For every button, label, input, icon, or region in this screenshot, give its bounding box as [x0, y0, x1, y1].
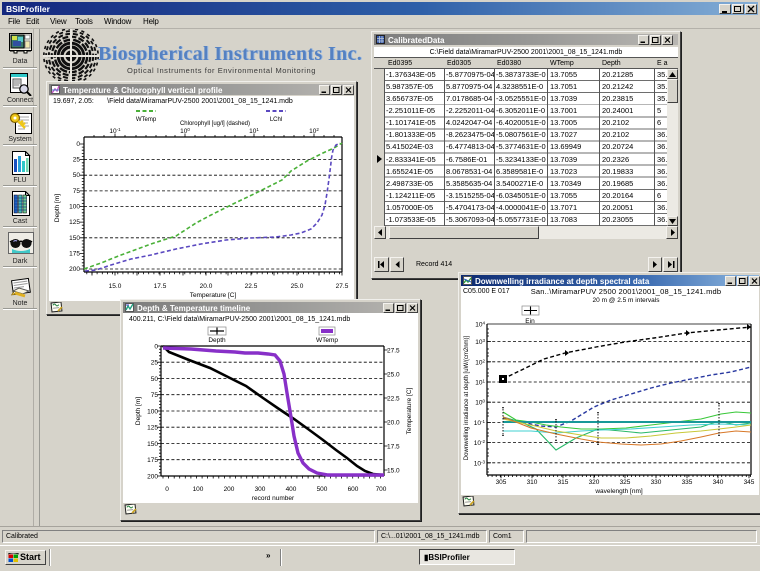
- svg-text:100: 100: [193, 486, 204, 493]
- svg-text:17.5: 17.5: [154, 283, 167, 290]
- svg-text:0: 0: [154, 344, 158, 351]
- svg-text:200: 200: [69, 266, 80, 273]
- svg-text:25.0: 25.0: [291, 283, 304, 290]
- svg-text:325: 325: [620, 479, 631, 486]
- svg-text:Downwelling irradiance at dept: Downwelling irradiance at depth [uW/(cm2…: [464, 335, 470, 460]
- svg-text:50: 50: [73, 172, 81, 179]
- svg-text:15.0: 15.0: [109, 283, 122, 290]
- svg-text:175: 175: [69, 250, 80, 257]
- svg-text:600: 600: [348, 486, 359, 493]
- svg-text:Chlorophyll [ug/l] (dashed): Chlorophyll [ug/l] (dashed): [180, 121, 250, 127]
- svg-text:20.0: 20.0: [387, 420, 400, 427]
- svg-text:101: 101: [475, 379, 485, 387]
- svg-text:25: 25: [151, 360, 159, 367]
- svg-text:75: 75: [151, 392, 159, 399]
- svg-text:330: 330: [651, 479, 662, 486]
- svg-text:310: 310: [527, 479, 538, 486]
- svg-text:10-3: 10-3: [474, 459, 486, 467]
- svg-text:27.5: 27.5: [336, 283, 349, 290]
- svg-text:75: 75: [73, 188, 81, 195]
- svg-text:Depth [m]: Depth [m]: [54, 194, 61, 222]
- svg-text:125: 125: [147, 425, 158, 432]
- svg-text:102: 102: [475, 358, 485, 366]
- svg-text:22.5: 22.5: [387, 396, 400, 403]
- svg-text:150: 150: [69, 235, 80, 242]
- svg-text:25: 25: [73, 157, 81, 164]
- svg-text:100: 100: [147, 409, 158, 416]
- svg-text:50: 50: [151, 376, 159, 383]
- svg-text:500: 500: [317, 486, 328, 493]
- svg-text:150: 150: [147, 441, 158, 448]
- svg-text:15.0: 15.0: [387, 468, 400, 475]
- svg-text:record number: record number: [252, 495, 295, 502]
- svg-text:17.5: 17.5: [387, 444, 400, 451]
- svg-text:104: 104: [475, 321, 485, 329]
- svg-text:LChl: LChl: [270, 117, 282, 123]
- svg-text:335: 335: [682, 479, 693, 486]
- svg-text:22.5: 22.5: [245, 283, 258, 290]
- svg-text:10-1: 10-1: [474, 419, 486, 427]
- svg-text:300: 300: [255, 486, 266, 493]
- svg-text:WTemp: WTemp: [136, 117, 157, 123]
- svg-text:Temperature [C]: Temperature [C]: [190, 292, 237, 299]
- svg-text:0: 0: [76, 141, 80, 148]
- svg-text:175: 175: [147, 457, 158, 464]
- svg-text:20.0: 20.0: [200, 283, 213, 290]
- svg-text:345: 345: [744, 479, 755, 486]
- svg-text:340: 340: [713, 479, 724, 486]
- svg-text:305: 305: [496, 479, 507, 486]
- svg-text:320: 320: [589, 479, 600, 486]
- svg-text:400: 400: [286, 486, 297, 493]
- svg-text:27.5: 27.5: [387, 348, 400, 355]
- svg-text:200: 200: [224, 486, 235, 493]
- svg-text:200: 200: [147, 474, 158, 481]
- svg-text:25.0: 25.0: [387, 372, 400, 379]
- svg-text:103: 103: [475, 338, 485, 346]
- svg-text:wavelength [nm]: wavelength [nm]: [594, 488, 643, 495]
- svg-text:100: 100: [475, 399, 485, 407]
- svg-text:0: 0: [165, 486, 169, 493]
- svg-text:315: 315: [558, 479, 569, 486]
- svg-text:100: 100: [69, 204, 80, 211]
- svg-text:700: 700: [376, 486, 387, 493]
- svg-text:125: 125: [69, 219, 80, 226]
- svg-text:10-2: 10-2: [474, 439, 486, 447]
- svg-text:Temperature [C]: Temperature [C]: [406, 388, 413, 435]
- svg-text:Depth [m]: Depth [m]: [135, 397, 142, 425]
